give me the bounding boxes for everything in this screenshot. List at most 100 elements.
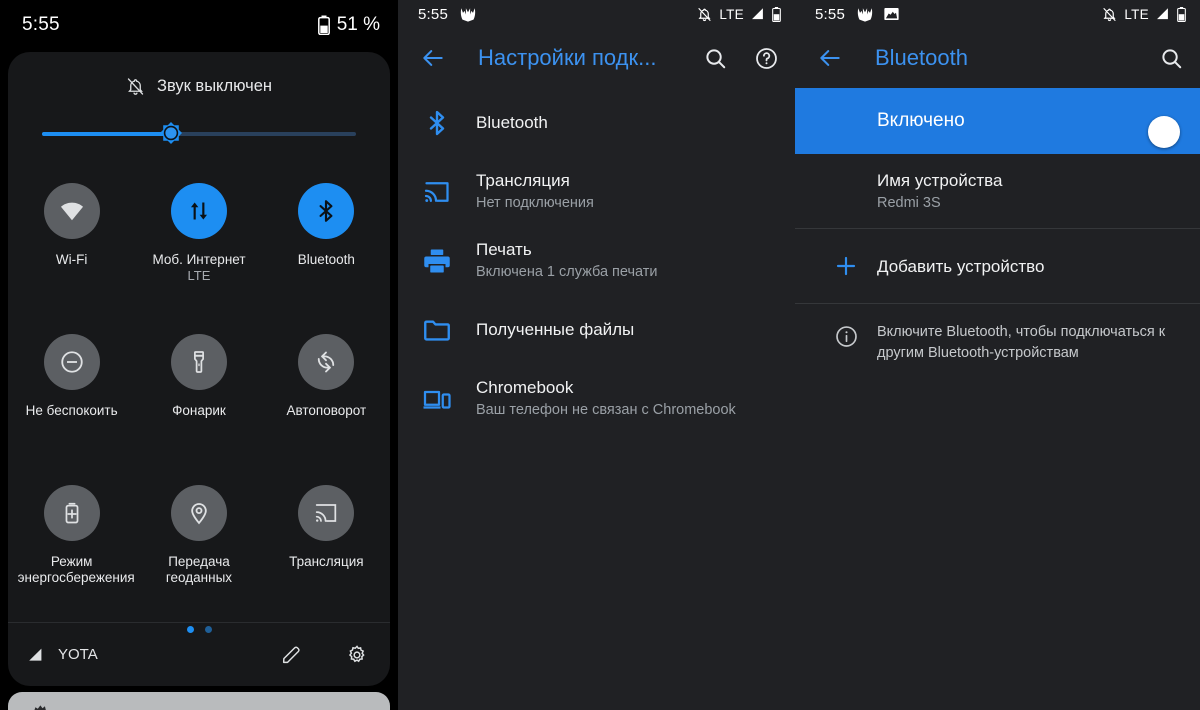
qs-tile-battery-saver[interactable]: Режим энергосбережения bbox=[8, 469, 135, 620]
qs-tile-mobile-data[interactable]: Моб. Интернет LTE bbox=[135, 167, 262, 318]
signal-bars-icon bbox=[28, 647, 44, 663]
settings-item-received-files[interactable]: Полученные файлы bbox=[398, 295, 795, 364]
tile-circle bbox=[170, 183, 227, 239]
app-bar-actions bbox=[703, 46, 779, 71]
settings-status-bar: 5:55 LTE bbox=[398, 0, 795, 28]
folder-icon bbox=[418, 295, 466, 364]
qs-tile-location[interactable]: Передача геоданных bbox=[135, 469, 262, 620]
tile-circle bbox=[298, 485, 355, 541]
info-icon bbox=[815, 322, 877, 349]
quick-settings-status-bar: 5:55 51 % bbox=[0, 0, 398, 50]
settings-item-text: Chromebook Ваш телефон не связан с Chrom… bbox=[466, 364, 736, 433]
tile-label: Моб. Интернет bbox=[152, 252, 246, 267]
brightness-sun-icon[interactable] bbox=[155, 117, 187, 149]
bluetooth-status-bar: 5:55 LTE bbox=[795, 0, 1200, 28]
qs-tile-bluetooth[interactable]: Bluetooth bbox=[263, 167, 390, 318]
slider-track-active bbox=[42, 132, 171, 136]
settings-item-text: Полученные файлы bbox=[466, 295, 634, 364]
device-name-value: Redmi 3S bbox=[877, 195, 941, 211]
app-icon bbox=[460, 7, 476, 22]
qs-tile-auto-rotate[interactable]: Автоповорот bbox=[263, 318, 390, 469]
connection-settings-panel: 5:55 LTE Настройки подк... Bluetooth Тра… bbox=[398, 0, 795, 710]
bluetooth-app-bar: Bluetooth bbox=[795, 28, 1200, 88]
app-bar-actions bbox=[1159, 46, 1184, 71]
qs-tile-flashlight[interactable]: Фонарик bbox=[135, 318, 262, 469]
page-title: Настройки подк... bbox=[478, 45, 657, 70]
tile-label: Wi-Fi bbox=[55, 252, 88, 267]
signal-bars-icon bbox=[1156, 7, 1170, 21]
help-circle-icon[interactable] bbox=[754, 46, 779, 71]
plus-icon bbox=[815, 229, 877, 303]
flashlight-icon bbox=[186, 349, 212, 375]
quick-settings-card: Звук выключен Wi-Fi Моб. Интернет LTE Bl… bbox=[8, 52, 390, 686]
qs-tile-wifi[interactable]: Wi-Fi bbox=[8, 167, 135, 318]
brightness-slider[interactable] bbox=[42, 117, 356, 151]
tile-circle bbox=[43, 183, 100, 239]
item-subtitle: Включена 1 служба печати bbox=[476, 264, 658, 280]
cast-icon bbox=[313, 500, 339, 526]
settings-item-chromebook[interactable]: Chromebook Ваш телефон не связан с Chrom… bbox=[398, 364, 795, 433]
do-not-disturb-icon bbox=[59, 349, 85, 375]
qs-tile-do-not-disturb[interactable]: Не беспокоить bbox=[8, 318, 135, 469]
tile-circle bbox=[170, 485, 227, 541]
bluetooth-device-name-row[interactable]: Имя устройства Redmi 3S bbox=[795, 154, 1200, 228]
notification-app-icon bbox=[32, 702, 48, 710]
item-title: Печать bbox=[476, 240, 532, 259]
network-type-label: LTE bbox=[1124, 6, 1149, 22]
mobile-data-icon bbox=[186, 198, 212, 224]
search-icon[interactable] bbox=[703, 46, 728, 71]
image-icon bbox=[884, 7, 899, 21]
bluetooth-add-device-row[interactable]: Добавить устройство bbox=[795, 229, 1200, 303]
add-device-text: Добавить устройство bbox=[877, 229, 1044, 303]
battery-percent-label: 51 % bbox=[336, 14, 380, 35]
status-bar-left-icons bbox=[857, 7, 899, 22]
status-bar-right-icons: LTE bbox=[1102, 6, 1186, 22]
settings-item-cast[interactable]: Трансляция Нет подключения bbox=[398, 157, 795, 226]
bell-muted-icon bbox=[1102, 7, 1117, 22]
settings-item-bluetooth[interactable]: Bluetooth bbox=[398, 88, 795, 157]
tile-circle bbox=[170, 334, 227, 390]
tile-sublabel: LTE bbox=[187, 268, 211, 283]
battery-icon bbox=[1177, 6, 1186, 22]
item-subtitle: Ваш телефон не связан с Chromebook bbox=[476, 402, 736, 418]
item-subtitle: Нет подключения bbox=[476, 195, 594, 211]
pencil-icon[interactable] bbox=[280, 644, 302, 666]
tile-label: Автоповорот bbox=[286, 403, 367, 418]
bluetooth-panel: 5:55 LTE Bluetooth Включено Имя устройст… bbox=[795, 0, 1200, 710]
tile-label: Фонарик bbox=[172, 403, 226, 418]
network-type-label: LTE bbox=[719, 6, 744, 22]
sound-status-label: Звук выключен bbox=[157, 76, 272, 95]
bluetooth-hint-row: Включите Bluetooth, чтобы подключаться к… bbox=[795, 304, 1200, 404]
signal-bars-icon bbox=[751, 7, 765, 21]
tile-label: Не беспокоить bbox=[25, 403, 118, 418]
item-title: Полученные файлы bbox=[476, 319, 635, 339]
tile-circle bbox=[298, 334, 355, 390]
gear-icon[interactable] bbox=[346, 644, 368, 666]
item-title: Трансляция bbox=[476, 171, 570, 190]
notification-peek-card[interactable] bbox=[8, 692, 390, 710]
tile-label: Bluetooth bbox=[297, 252, 355, 267]
settings-item-text: Трансляция Нет подключения bbox=[466, 157, 594, 226]
sound-status-row[interactable]: Звук выключен bbox=[8, 61, 390, 111]
bell-muted-icon bbox=[126, 77, 145, 96]
switch-knob bbox=[1148, 116, 1180, 148]
back-arrow-icon[interactable] bbox=[817, 45, 851, 71]
back-arrow-icon[interactable] bbox=[420, 45, 454, 71]
status-bar-left-icons bbox=[460, 7, 476, 22]
settings-item-text: Bluetooth bbox=[466, 88, 548, 157]
bluetooth-toggle-banner[interactable]: Включено bbox=[795, 88, 1200, 154]
settings-item-text: Печать Включена 1 служба печати bbox=[466, 226, 658, 295]
status-bar-clock: 5:55 bbox=[815, 5, 845, 23]
search-icon[interactable] bbox=[1159, 46, 1184, 71]
bluetooth-icon bbox=[313, 198, 339, 224]
wifi-icon bbox=[59, 198, 85, 224]
tile-label: Трансляция bbox=[289, 554, 364, 569]
device-name-text: Имя устройства Redmi 3S bbox=[877, 154, 1002, 228]
tile-circle bbox=[298, 183, 355, 239]
settings-item-print[interactable]: Печать Включена 1 служба печати bbox=[398, 226, 795, 295]
tile-circle bbox=[43, 334, 100, 390]
quick-settings-tile-grid: Wi-Fi Моб. Интернет LTE Bluetooth Не бес… bbox=[8, 167, 390, 620]
qs-tile-cast[interactable]: Трансляция bbox=[263, 469, 390, 620]
quick-settings-footer: YOTA bbox=[8, 622, 390, 686]
battery-icon bbox=[317, 15, 330, 35]
